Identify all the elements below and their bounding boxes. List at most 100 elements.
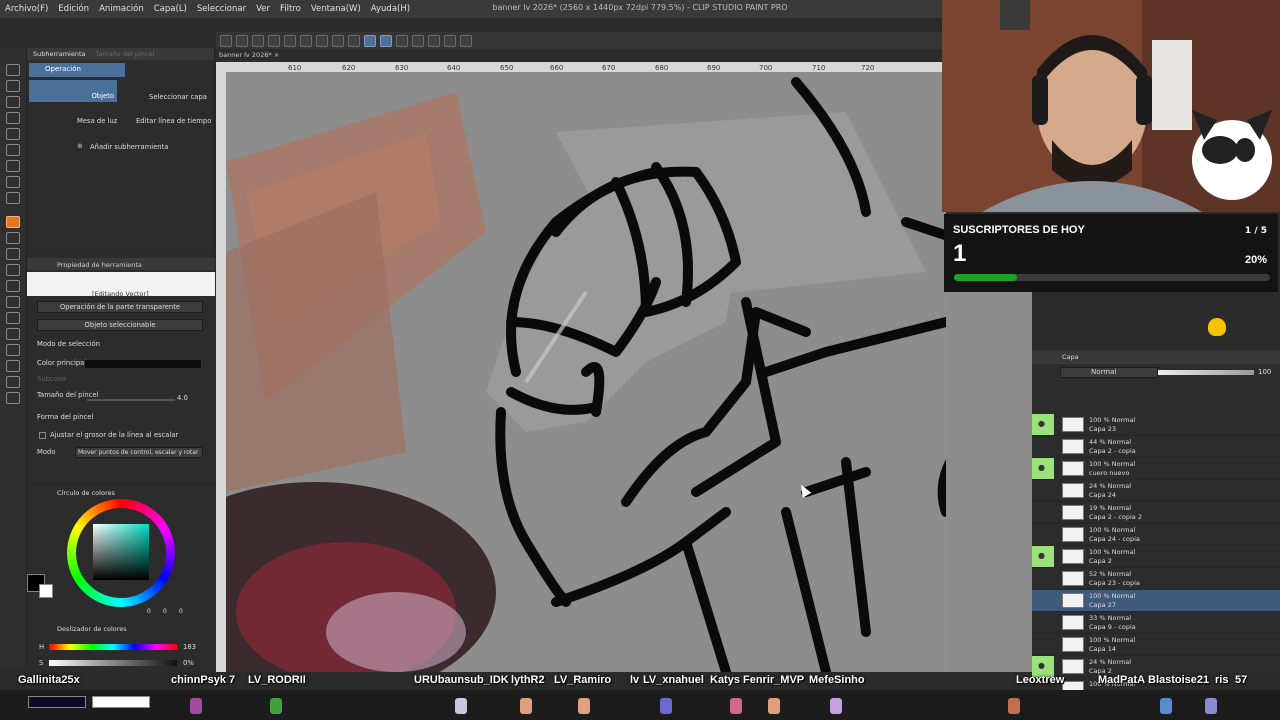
layer-row[interactable]: ● 100 % Normal Capa 23 bbox=[1032, 414, 1280, 436]
selection-tool-icon[interactable] bbox=[6, 128, 20, 140]
sub-color-swatch[interactable] bbox=[39, 584, 53, 598]
deselect-icon[interactable] bbox=[332, 34, 344, 47]
selected-object-select[interactable]: Objeto seleccionable bbox=[37, 319, 203, 331]
eye-icon[interactable]: ● bbox=[1032, 546, 1054, 567]
tab-brush-size[interactable]: Tamaño del pincel bbox=[96, 50, 155, 58]
redo-icon[interactable] bbox=[284, 34, 296, 47]
color-history-swatch[interactable] bbox=[92, 696, 150, 708]
subtool-object[interactable]: Objeto bbox=[29, 80, 117, 102]
pencil-tool-icon[interactable] bbox=[6, 176, 20, 188]
menu-animacion[interactable]: Animación bbox=[94, 4, 149, 14]
opacity-value[interactable]: 100 bbox=[1258, 368, 1271, 376]
flip-icon[interactable] bbox=[428, 34, 440, 47]
correct-line-tool-icon[interactable] bbox=[6, 376, 20, 388]
tab-subtool[interactable]: Subherramienta bbox=[33, 50, 86, 58]
eye-icon[interactable] bbox=[1032, 634, 1054, 655]
menu-ayuda[interactable]: Ayuda(H) bbox=[366, 4, 415, 14]
plus-icon[interactable]: ⊕ bbox=[77, 142, 83, 150]
operation-group[interactable]: Operación bbox=[29, 63, 125, 77]
tab-layer[interactable]: Capa bbox=[1062, 353, 1079, 364]
blend-tool-icon[interactable] bbox=[6, 248, 20, 260]
subtool-edit-timeline[interactable]: Editar línea de tiempo bbox=[136, 117, 211, 125]
menu-seleccionar[interactable]: Seleccionar bbox=[192, 4, 251, 14]
eye-icon[interactable] bbox=[1032, 524, 1054, 545]
text-tool-icon[interactable] bbox=[6, 344, 20, 356]
layer-row[interactable]: 44 % Normal Capa 2 - copia bbox=[1032, 436, 1280, 458]
transform-icon[interactable] bbox=[316, 34, 328, 47]
decoration-tool-icon[interactable] bbox=[6, 216, 20, 228]
frame-tool-icon[interactable] bbox=[6, 312, 20, 324]
snap-ruler-icon[interactable] bbox=[364, 34, 376, 47]
balloon-tool-icon[interactable] bbox=[6, 360, 20, 372]
sat-value[interactable]: 0% bbox=[183, 659, 194, 667]
menu-archivo[interactable]: Archivo(F) bbox=[0, 4, 53, 14]
layer-row[interactable]: 52 % Normal Capa 23 - copia bbox=[1032, 568, 1280, 590]
subtool-light-table[interactable]: Mesa de luz bbox=[77, 117, 117, 125]
eye-icon[interactable] bbox=[1032, 590, 1054, 611]
main-color-bar[interactable] bbox=[85, 360, 201, 368]
operation-tool-icon[interactable] bbox=[6, 96, 20, 108]
menu-filtro[interactable]: Filtro bbox=[275, 4, 306, 14]
opacity-slider[interactable] bbox=[1158, 370, 1254, 375]
eye-icon[interactable] bbox=[1032, 568, 1054, 589]
eye-icon[interactable]: ● bbox=[1032, 414, 1054, 435]
undo-icon[interactable] bbox=[268, 34, 280, 47]
layer-row[interactable]: 19 % Normal Capa 2 - copia 2 bbox=[1032, 502, 1280, 524]
sat-slider[interactable] bbox=[49, 660, 177, 666]
hand-tool-icon[interactable] bbox=[6, 80, 20, 92]
rotate-icon[interactable] bbox=[444, 34, 456, 47]
color-swatch-icon[interactable] bbox=[6, 392, 20, 404]
menu-edicion[interactable]: Edición bbox=[53, 4, 94, 14]
clear-icon[interactable] bbox=[300, 34, 312, 47]
layer-row[interactable]: 100 % Normal Capa 14 bbox=[1032, 634, 1280, 656]
brush-size-slider[interactable] bbox=[87, 399, 175, 401]
figure-tool-icon[interactable] bbox=[6, 296, 20, 308]
fit-screen-icon[interactable] bbox=[460, 34, 472, 47]
snap-special-ruler-icon[interactable] bbox=[380, 34, 392, 47]
invert-selection-icon[interactable] bbox=[348, 34, 360, 47]
help-icon[interactable] bbox=[412, 34, 424, 47]
blend-mode-select[interactable]: Normal bbox=[1060, 367, 1158, 378]
color-history-swatch[interactable] bbox=[28, 696, 86, 708]
menu-capa[interactable]: Capa(L) bbox=[149, 4, 192, 14]
open-file-icon[interactable] bbox=[236, 34, 248, 47]
eye-icon[interactable] bbox=[1032, 480, 1054, 501]
menu-ventana[interactable]: Ventana(W) bbox=[306, 4, 366, 14]
brush-tool-icon[interactable] bbox=[6, 192, 20, 204]
new-file-icon[interactable] bbox=[220, 34, 232, 47]
eye-icon[interactable] bbox=[1032, 502, 1054, 523]
eye-icon[interactable]: ● bbox=[1032, 458, 1054, 479]
pen-tool-icon[interactable] bbox=[6, 160, 20, 172]
adjust-width-checkbox[interactable] bbox=[39, 432, 46, 439]
transparent-op-select[interactable]: Operación de la parte transparente bbox=[37, 301, 203, 313]
brush-size-value[interactable]: 4.0 bbox=[177, 394, 188, 402]
eye-icon[interactable] bbox=[1032, 612, 1054, 633]
subtool-select-layer[interactable]: Seleccionar capa bbox=[149, 93, 207, 101]
canvas-tab[interactable]: banner lv 2026* × bbox=[216, 50, 946, 62]
zoom-tool-icon[interactable] bbox=[6, 64, 20, 76]
layer-row[interactable]: ● 100 % Normal cuero nuevo bbox=[1032, 458, 1280, 480]
hue-slider[interactable] bbox=[49, 644, 177, 650]
layer-row[interactable]: 33 % Normal Capa 9 - copia bbox=[1032, 612, 1280, 634]
layer-row[interactable]: ● 100 % Normal Capa 2 bbox=[1032, 546, 1280, 568]
move-layer-tool-icon[interactable] bbox=[6, 112, 20, 124]
eraser-tool-icon[interactable] bbox=[6, 232, 20, 244]
add-subtool-button[interactable]: Añadir subherramienta bbox=[90, 143, 168, 151]
close-tab-icon[interactable]: × bbox=[274, 51, 279, 59]
layer-row[interactable]: 100 % Normal Capa 24 - copia bbox=[1032, 524, 1280, 546]
eyedropper-tool-icon[interactable] bbox=[6, 144, 20, 156]
layer-row[interactable]: 24 % Normal Capa 24 bbox=[1032, 480, 1280, 502]
eye-icon[interactable] bbox=[1032, 436, 1054, 457]
snap-grid-icon[interactable] bbox=[396, 34, 408, 47]
menu-ver[interactable]: Ver bbox=[251, 4, 275, 14]
drawing-canvas[interactable] bbox=[226, 72, 946, 672]
mode-select[interactable]: Mover puntos de control, escalar y rotar bbox=[75, 447, 203, 458]
hue-value[interactable]: 183 bbox=[183, 643, 196, 651]
gradient-tool-icon[interactable] bbox=[6, 280, 20, 292]
ruler-tool-icon[interactable] bbox=[6, 328, 20, 340]
layer-row[interactable]: 100 % Normal Capa 27 bbox=[1032, 590, 1280, 612]
layer-name: Capa 2 - copia bbox=[1089, 447, 1136, 455]
fill-tool-icon[interactable] bbox=[6, 264, 20, 276]
save-icon[interactable] bbox=[252, 34, 264, 47]
saturation-value-square[interactable] bbox=[93, 524, 149, 580]
